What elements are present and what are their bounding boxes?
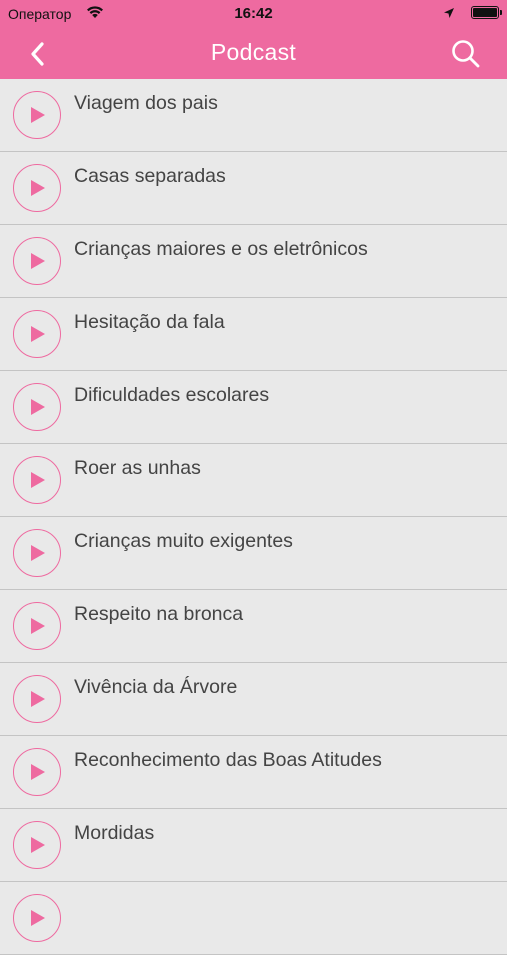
podcast-row[interactable]: Reconhecimento das Boas Atitudes xyxy=(0,736,507,809)
play-icon xyxy=(31,107,45,123)
podcast-row[interactable]: Crianças muito exigentes xyxy=(0,517,507,590)
podcast-row[interactable]: Roer as unhas xyxy=(0,444,507,517)
play-icon xyxy=(31,691,45,707)
play-button[interactable] xyxy=(13,821,61,869)
podcast-list: Viagem dos pais Casas separadas Crianças m… xyxy=(0,79,507,955)
play-button[interactable] xyxy=(13,602,61,650)
podcast-title: Reconhecimento das Boas Atitudes xyxy=(74,749,382,771)
play-icon xyxy=(31,545,45,561)
play-button[interactable] xyxy=(13,675,61,723)
podcast-title: Mordidas xyxy=(74,822,155,844)
podcast-row[interactable]: Viagem dos pais xyxy=(0,79,507,152)
play-icon xyxy=(31,180,45,196)
battery-icon xyxy=(471,6,502,19)
podcast-title: Roer as unhas xyxy=(74,457,201,479)
podcast-row[interactable]: Casas separadas xyxy=(0,152,507,225)
search-icon xyxy=(452,40,480,68)
podcast-row[interactable]: Vivência da Árvore xyxy=(0,663,507,736)
play-button[interactable] xyxy=(13,456,61,504)
nav-bar: Podcast xyxy=(0,28,507,79)
podcast-row[interactable]: Mordidas xyxy=(0,809,507,882)
status-time: 16:42 xyxy=(234,5,273,22)
location-icon xyxy=(443,6,455,22)
podcast-title: Crianças maiores e os eletrônicos xyxy=(74,238,368,260)
play-button[interactable] xyxy=(13,894,61,942)
podcast-title: Crianças muito exigentes xyxy=(74,530,293,552)
podcast-row[interactable]: Respeito na bronca xyxy=(0,590,507,663)
search-button[interactable] xyxy=(449,37,483,71)
page-title: Podcast xyxy=(210,39,297,65)
play-icon xyxy=(31,837,45,853)
play-icon xyxy=(31,618,45,634)
play-button[interactable] xyxy=(13,91,61,139)
play-button[interactable] xyxy=(13,383,61,431)
play-button[interactable] xyxy=(13,310,61,358)
play-button[interactable] xyxy=(13,529,61,577)
play-button[interactable] xyxy=(13,164,61,212)
podcast-title: Vivência da Árvore xyxy=(74,676,238,698)
podcast-row[interactable]: Hesitação da fala xyxy=(0,298,507,371)
podcast-row[interactable]: Crianças maiores e os eletrônicos xyxy=(0,225,507,298)
play-icon xyxy=(31,399,45,415)
podcast-title: Respeito na bronca xyxy=(74,603,244,625)
play-button[interactable] xyxy=(13,237,61,285)
status-bar: Оператор 16:42 xyxy=(0,0,507,28)
play-icon xyxy=(31,764,45,780)
play-icon xyxy=(31,326,45,342)
play-icon xyxy=(31,472,45,488)
podcast-row[interactable] xyxy=(0,882,507,955)
podcast-title: Dificuldades escolares xyxy=(74,384,270,406)
podcast-title: Viagem dos pais xyxy=(74,92,218,114)
play-button[interactable] xyxy=(13,748,61,796)
podcast-row[interactable]: Dificuldades escolares xyxy=(0,371,507,444)
play-icon xyxy=(31,253,45,269)
podcast-title: Hesitação da fala xyxy=(74,311,225,333)
play-icon xyxy=(31,910,45,926)
podcast-title: Casas separadas xyxy=(74,165,226,187)
